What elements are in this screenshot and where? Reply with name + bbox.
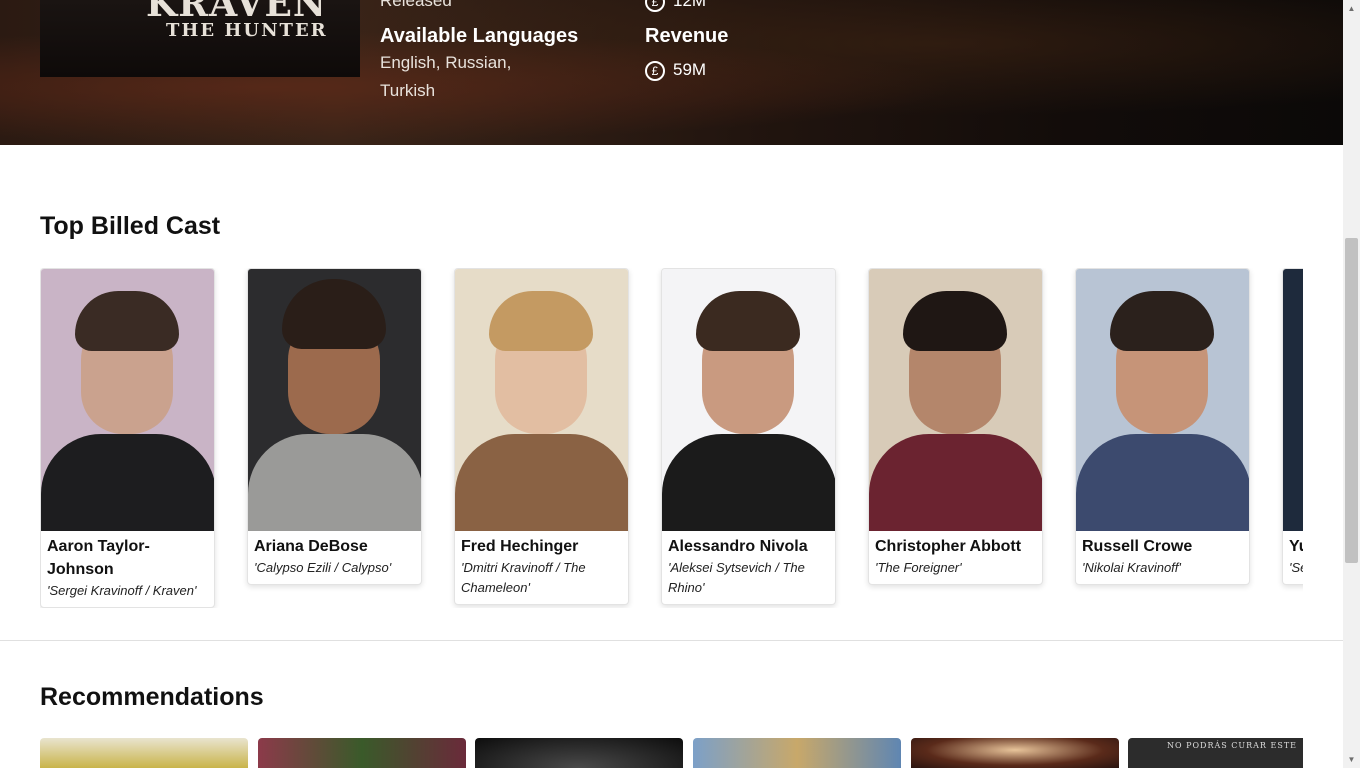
cast-name[interactable]: Fred Hechinger — [461, 535, 622, 558]
cast-photo — [1076, 269, 1249, 531]
recommendation-poster-text: NO PODRÁS CURAR ESTE — [1166, 741, 1297, 750]
revenue-heading: Revenue — [645, 25, 729, 47]
cast-role: 'Sergei Kravinoff / Kraven' — [47, 583, 197, 598]
cast-role: 'Dmitri Kravinoff / The Chameleon' — [461, 560, 586, 595]
cast-name[interactable]: Alessandro Nivola — [668, 535, 829, 558]
budget-value: 12M — [673, 0, 707, 10]
cast-name[interactable]: Yu — [1289, 535, 1303, 558]
cast-role: 'The Foreigner' — [875, 560, 962, 575]
languages-line-2: Turkish — [380, 81, 436, 100]
cast-card[interactable]: Russell Crowe 'Nikolai Kravinoff' — [1075, 268, 1250, 585]
cast-card[interactable]: Yu 'Se — [1282, 268, 1303, 585]
status-value: Released — [380, 0, 452, 10]
cast-photo — [662, 269, 835, 531]
recommendations-title: Recommendations — [40, 683, 264, 711]
recommendation-card[interactable] — [258, 738, 466, 768]
section-divider — [0, 640, 1343, 641]
budget-value-row: £12M — [645, 0, 706, 12]
cast-card[interactable]: Aaron Taylor-Johnson 'Sergei Kravinoff /… — [40, 268, 215, 608]
revenue-value: 59M — [673, 60, 707, 79]
poster-subtitle-text: THE HUNTER — [166, 20, 328, 41]
recommendation-card[interactable] — [911, 738, 1119, 768]
cast-role: 'Nikolai Kravinoff' — [1082, 560, 1181, 575]
languages-line-1: English, Russian, — [380, 53, 512, 72]
cast-photo — [248, 269, 421, 531]
movie-hero-banner: KRAVEN THE HUNTER Released £12M Availabl… — [0, 0, 1343, 145]
cast-photo — [1283, 269, 1303, 531]
cast-role: 'Se — [1289, 560, 1303, 575]
cast-name[interactable]: Ariana DeBose — [254, 535, 415, 558]
top-billed-cast-title: Top Billed Cast — [40, 212, 221, 240]
cast-card[interactable]: Alessandro Nivola 'Aleksei Sytsevich / T… — [661, 268, 836, 605]
scroll-thumb[interactable] — [1345, 238, 1358, 563]
scroll-up-arrow-icon[interactable]: ▲ — [1343, 0, 1360, 17]
cast-photo — [455, 269, 628, 531]
movie-poster: KRAVEN THE HUNTER — [40, 0, 360, 77]
recommendation-card[interactable] — [693, 738, 901, 768]
currency-icon: £ — [645, 60, 665, 81]
poster-title-text: KRAVEN — [146, 0, 327, 25]
recommendation-card[interactable] — [475, 738, 683, 768]
recommendation-card[interactable]: NO PODRÁS CURAR ESTE — [1128, 738, 1303, 768]
cast-card[interactable]: Fred Hechinger 'Dmitri Kravinoff / The C… — [454, 268, 629, 605]
cast-photo — [41, 269, 214, 531]
page-scrollbar[interactable]: ▲ ▼ — [1343, 0, 1360, 768]
cast-name[interactable]: Aaron Taylor-Johnson — [47, 535, 208, 581]
cast-card[interactable]: Ariana DeBose 'Calypso Ezili / Calypso' — [247, 268, 422, 585]
cast-card[interactable]: Christopher Abbott 'The Foreigner' — [868, 268, 1043, 585]
cast-carousel[interactable]: Aaron Taylor-Johnson 'Sergei Kravinoff /… — [40, 268, 1303, 608]
cast-role: 'Aleksei Sytsevich / The Rhino' — [668, 560, 805, 595]
currency-icon: £ — [645, 0, 665, 12]
recommendations-carousel[interactable]: NO PODRÁS CURAR ESTE — [40, 738, 1303, 768]
revenue-value-row: £59M — [645, 60, 706, 81]
cast-name[interactable]: Russell Crowe — [1082, 535, 1243, 558]
cast-name[interactable]: Christopher Abbott — [875, 535, 1036, 558]
cast-photo — [869, 269, 1042, 531]
cast-role: 'Calypso Ezili / Calypso' — [254, 560, 392, 575]
scroll-down-arrow-icon[interactable]: ▼ — [1343, 751, 1360, 768]
languages-heading: Available Languages — [380, 25, 579, 47]
recommendation-card[interactable] — [40, 738, 248, 768]
